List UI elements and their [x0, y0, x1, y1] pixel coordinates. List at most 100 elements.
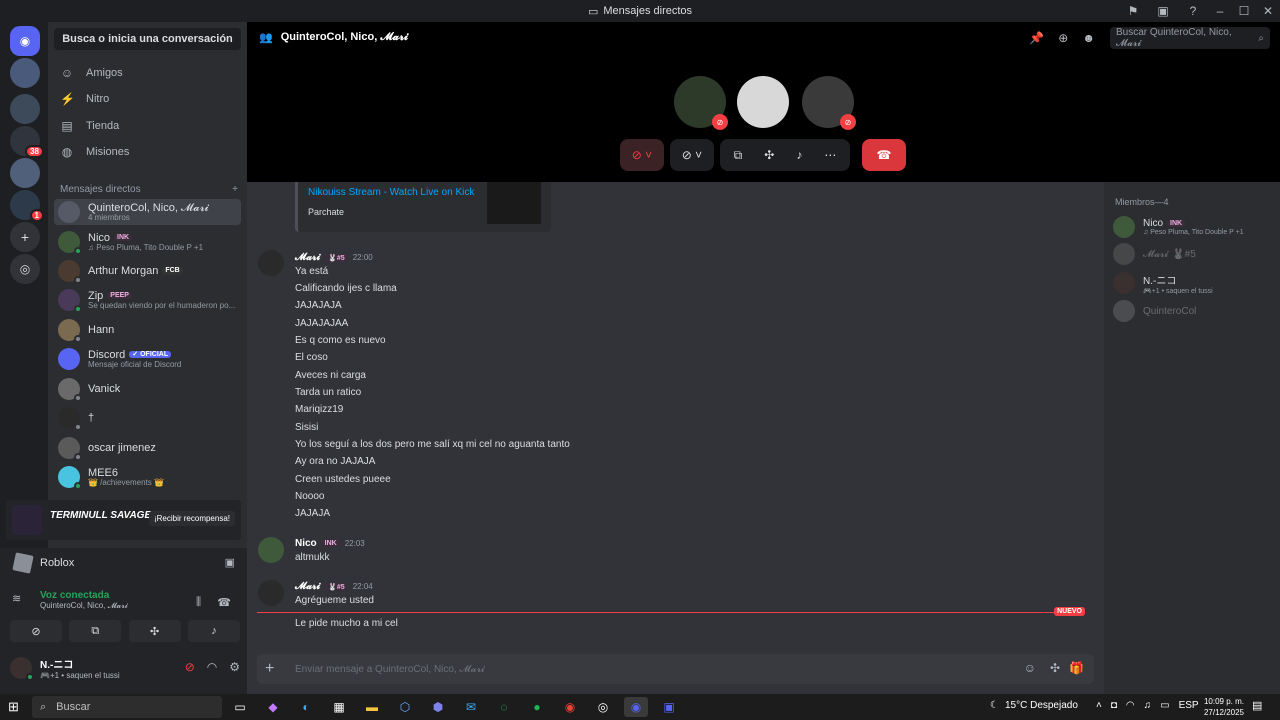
server-icon[interactable]: 38 — [10, 126, 44, 158]
dm-item[interactable]: QuinteroCol, Nico, 𝓜𝓪𝓻𝓲 4 miembros — [54, 199, 241, 225]
find-conversation-button[interactable]: Busca o inicia una conversación — [54, 28, 241, 50]
claim-reward-button[interactable]: ¡Recibir recompensa! — [148, 511, 235, 526]
soundwave-icon[interactable]: ⫼ — [196, 596, 201, 609]
message-input[interactable] — [295, 661, 895, 677]
pin-icon[interactable]: 📌 — [1029, 31, 1044, 45]
volume-icon[interactable]: ♫ — [1144, 700, 1152, 711]
tray-icon[interactable]: ◘ — [1111, 700, 1117, 711]
search-field[interactable]: Buscar QuinteroCol, Nico, 𝓜𝓪𝓻𝓲 ⌕ — [1110, 27, 1270, 49]
nav-shop[interactable]: ▤ Tienda — [54, 113, 241, 139]
leave-call-button[interactable]: ☎ — [862, 139, 906, 171]
member-item[interactable]: Nico INK ♫ Peso Pluma, Tito Double P +1 — [1113, 214, 1273, 240]
call-participant[interactable]: ⊘ — [802, 76, 856, 130]
add-friends-icon[interactable]: ⊕ — [1058, 31, 1068, 45]
server-icon[interactable] — [10, 94, 40, 124]
app-icon[interactable]: ▣ — [657, 697, 681, 717]
add-attachment-icon[interactable]: + — [265, 660, 274, 678]
gift-icon[interactable]: 🎁 — [1069, 661, 1084, 675]
activity-game[interactable]: Roblox — [12, 552, 74, 574]
inbox-icon[interactable]: ⚑ — [1118, 4, 1148, 18]
embed-thumbnail[interactable] — [487, 182, 541, 224]
chrome-icon[interactable]: ◉ — [558, 697, 582, 717]
dm-item[interactable]: Hann — [54, 317, 241, 343]
author-name[interactable]: 𝓜𝓪𝓻𝓲 — [295, 581, 320, 592]
copilot-icon[interactable]: ◆ — [261, 697, 285, 717]
dm-item[interactable]: MEE6 👑 /achievements 👑 — [54, 464, 241, 490]
add-server-icon[interactable]: + — [10, 222, 40, 252]
camera-off-button[interactable]: ⊘ — [10, 620, 62, 642]
spotify-icon[interactable]: ● — [525, 697, 549, 717]
voice-connected-label[interactable]: Voz conectada — [40, 590, 128, 601]
member-list-icon[interactable]: ☻ — [1082, 31, 1095, 45]
member-item[interactable]: QuinteroCol — [1113, 298, 1273, 324]
author-name[interactable]: 𝓜𝓪𝓻𝓲 — [295, 252, 320, 263]
windows-start-icon[interactable]: ⊞ — [8, 699, 19, 715]
app-icon[interactable]: ⬡ — [393, 697, 417, 717]
disconnect-icon[interactable]: ☎ — [217, 596, 231, 609]
avatar[interactable] — [258, 250, 284, 276]
member-item[interactable]: N.-ニコ 🎮+1 • saquen el tussi — [1113, 270, 1273, 296]
promo-banner[interactable]: TERMINULL SAVAGE ¡Recibir recompensa! — [6, 500, 241, 540]
activities-button[interactable]: ✣ — [128, 620, 181, 642]
headphones-icon[interactable]: ◠ — [207, 660, 217, 674]
chevron-up-icon[interactable]: ˄ — [1096, 700, 1102, 711]
settings-gear-icon[interactable]: ⚙ — [229, 660, 240, 674]
task-view-icon[interactable]: ▭ — [228, 697, 252, 717]
maximize-button[interactable]: ☐ — [1232, 4, 1256, 18]
discover-icon[interactable]: ◎ — [10, 254, 40, 284]
dm-item[interactable]: Vanick — [54, 376, 241, 402]
avatar[interactable] — [258, 580, 284, 606]
weather-widget[interactable]: ☾ 15°C Despejado — [990, 700, 1078, 711]
edge-icon[interactable]: ◐ — [294, 697, 318, 717]
discord-icon[interactable]: ◉ — [624, 697, 648, 717]
dm-item[interactable]: Nico INK ♫ Peso Pluma, Tito Double P +1 — [54, 229, 241, 255]
screen-share-icon[interactable]: ⧉ — [734, 148, 743, 163]
call-participant[interactable] — [737, 76, 789, 128]
apps-icon[interactable]: ✣ — [1050, 661, 1060, 675]
server-icon[interactable] — [10, 58, 40, 88]
dm-item[interactable]: oscar jimenez — [54, 435, 241, 461]
member-item[interactable]: 𝓜𝓪𝓻𝓲 🐰#5 — [1113, 241, 1273, 267]
help-icon[interactable]: ? — [1178, 4, 1208, 18]
activities-icon[interactable]: ✣ — [764, 148, 774, 162]
teams-icon[interactable]: ⬢ — [426, 697, 450, 717]
screen-icon[interactable]: ▣ — [1148, 4, 1178, 18]
camera-toggle-button[interactable]: ⊘ ˅ — [670, 139, 714, 171]
store-icon[interactable]: ▦ — [327, 697, 351, 717]
outlook-icon[interactable]: ✉ — [459, 697, 483, 717]
discord-home-icon[interactable]: ◉ — [10, 26, 40, 56]
taskbar-search[interactable]: ⌕ Buscar — [32, 696, 222, 718]
more-icon[interactable]: ⋯ — [824, 148, 836, 162]
wifi-icon[interactable]: ◠ — [1126, 700, 1135, 711]
dm-item[interactable]: Zip PEEP Se quedan viendo por el humaderon… — [54, 287, 241, 313]
soundboard-button[interactable]: ♪ — [187, 620, 240, 642]
call-participant[interactable]: ⊘ — [674, 76, 728, 130]
dm-item[interactable]: Arthur Morgan FCB — [54, 258, 241, 284]
author-name[interactable]: Nico — [295, 538, 317, 549]
mic-toggle-button[interactable]: ⊘ ˅ — [620, 139, 664, 171]
app-icon[interactable]: ◎ — [591, 697, 615, 717]
nav-nitro[interactable]: ⚡ Nitro — [54, 86, 241, 112]
screen-share-button[interactable]: ⧉ — [69, 620, 122, 642]
clock[interactable]: 10:09 p. m. 27/12/2025 — [1196, 696, 1244, 718]
mute-mic-icon[interactable]: ⊘ — [185, 660, 195, 674]
embed-link[interactable]: Nikouiss Stream - Watch Live on Kick — [308, 187, 474, 198]
soundboard-icon[interactable]: ♪ — [796, 148, 802, 162]
user-area[interactable]: N.-ニコ 🎮+1 • saquen el tussi ⊘ ◠ ⚙ — [10, 652, 240, 684]
close-button[interactable]: ✕ — [1256, 4, 1280, 18]
battery-icon[interactable]: ▭ — [1160, 700, 1169, 711]
nav-quests[interactable]: ◍ Misiones — [54, 139, 241, 165]
game-screen-icon[interactable]: ▣ — [225, 556, 235, 569]
minimize-button[interactable]: – — [1208, 4, 1232, 18]
nav-friends[interactable]: ☺ Amigos — [54, 60, 241, 86]
avatar[interactable] — [258, 537, 284, 563]
server-icon[interactable]: 1 — [10, 190, 44, 222]
file-explorer-icon[interactable]: ▬ — [360, 697, 384, 717]
server-icon[interactable] — [10, 158, 40, 188]
dm-item[interactable]: Discord ✓ OFICIAL Mensaje oficial de Disco… — [54, 346, 241, 372]
notification-icon[interactable]: ▤ — [1252, 699, 1262, 712]
add-dm-icon[interactable]: + — [232, 184, 238, 195]
emoji-icon[interactable]: ☺ — [1024, 661, 1036, 675]
whatsapp-icon[interactable]: ◌ — [492, 697, 516, 717]
dm-item[interactable]: † — [54, 405, 241, 431]
